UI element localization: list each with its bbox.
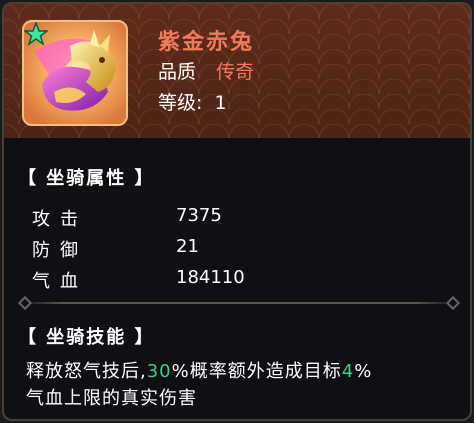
mount-tooltip-panel: 紫金赤兔 品质 传奇 等级: 1 【 坐骑属性 】 攻击 7375 防御 21 … bbox=[2, 2, 472, 421]
quality-label: 品质 bbox=[158, 61, 197, 83]
skill-text-part: % bbox=[354, 361, 373, 382]
skill-chance-value: 30 bbox=[146, 361, 172, 382]
skill-section-title: 【 坐骑技能 】 bbox=[18, 327, 155, 348]
green-star-icon bbox=[24, 22, 48, 46]
mount-icon-frame bbox=[22, 20, 128, 126]
level-row: 等级: 1 bbox=[158, 88, 227, 115]
stat-label: 气血 bbox=[32, 271, 88, 292]
stat-label: 防御 bbox=[32, 240, 88, 261]
level-value: 1 bbox=[214, 92, 227, 114]
quality-row: 品质 传奇 bbox=[158, 57, 254, 84]
mount-name: 紫金赤兔 bbox=[158, 30, 255, 55]
skill-description: 释放怒气技后,30%概率额外造成目标4% 气血上限的真实伤害 bbox=[26, 358, 456, 412]
divider-diamond-icon bbox=[445, 295, 461, 311]
skill-damage-value: 4 bbox=[341, 361, 355, 382]
stat-label: 攻击 bbox=[32, 209, 88, 230]
quality-value: 传奇 bbox=[216, 61, 255, 83]
stat-value: 7375 bbox=[176, 205, 222, 226]
section-divider bbox=[18, 302, 460, 304]
level-label: 等级: bbox=[158, 92, 203, 114]
stat-value: 184110 bbox=[176, 267, 245, 288]
mount-header: 紫金赤兔 品质 传奇 等级: 1 bbox=[4, 4, 470, 138]
skill-text-part: %概率额外造成目标 bbox=[171, 361, 342, 382]
attributes-section-title: 【 坐骑属性 】 bbox=[18, 168, 155, 189]
stat-value: 21 bbox=[176, 236, 199, 257]
divider-diamond-icon bbox=[17, 295, 33, 311]
skill-text-part: 释放怒气技后, bbox=[26, 361, 147, 382]
skill-text-part: 气血上限的真实伤害 bbox=[26, 388, 197, 409]
